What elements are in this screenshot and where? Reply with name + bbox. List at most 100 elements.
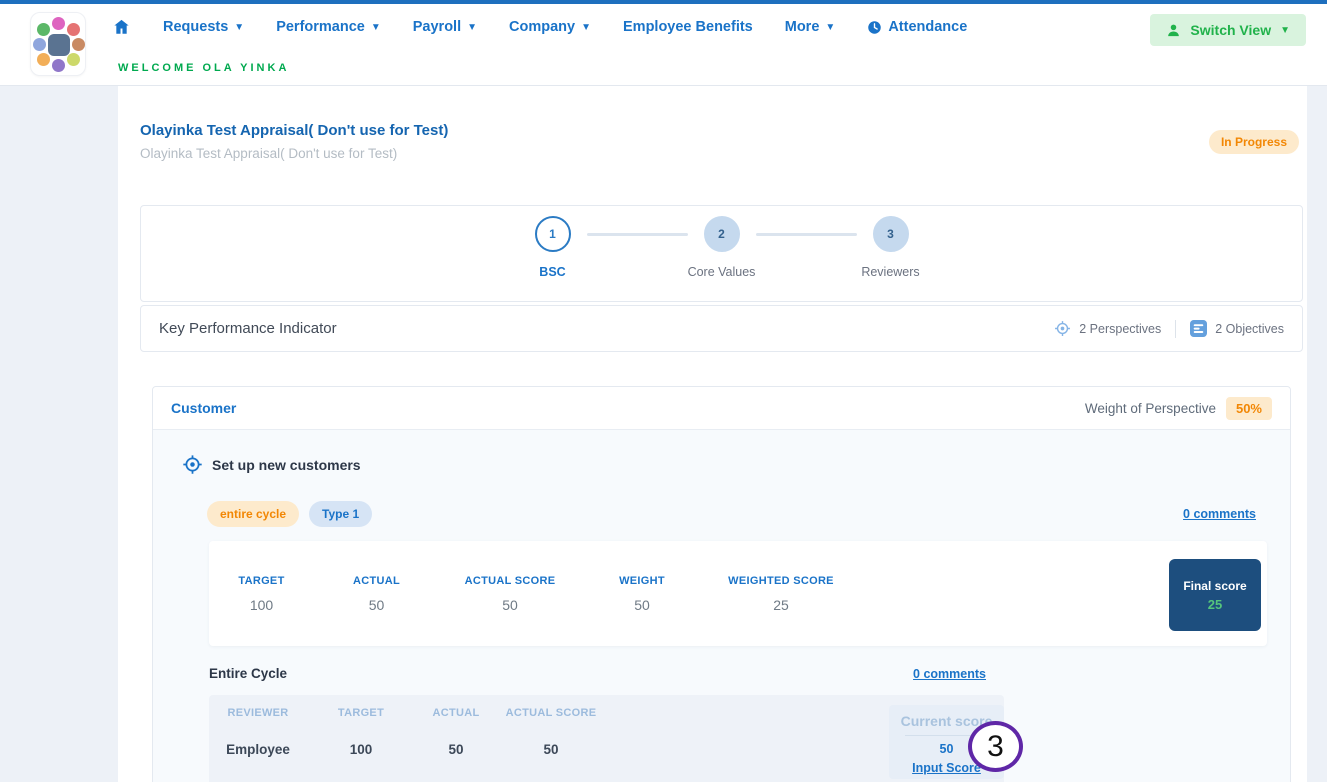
column-header: TARGET <box>209 575 314 587</box>
perspective-name: Customer <box>171 400 236 416</box>
logo-center <box>48 34 70 56</box>
logo-dot <box>33 38 46 51</box>
score-col-actual: ACTUAL 50 <box>314 575 439 613</box>
step-circle-2[interactable]: 2 <box>704 216 740 252</box>
chevron-down-icon: ▼ <box>825 23 835 33</box>
weight-label: Weight of Perspective <box>1085 401 1216 416</box>
logo-dot <box>52 59 65 72</box>
perspectives-count: 2 Perspectives <box>1054 320 1161 337</box>
reviewer-col: REVIEWER Employee <box>209 707 307 757</box>
objectives-count-label: 2 Objectives <box>1215 322 1284 336</box>
tags-row: entire cycle Type 1 0 comments <box>207 501 1256 527</box>
tag-type-1: Type 1 <box>309 501 372 527</box>
chevron-down-icon: ▼ <box>234 23 244 33</box>
input-score-link[interactable]: Input Score <box>912 761 981 775</box>
cycle-title: Entire Cycle <box>209 666 287 681</box>
user-icon <box>1166 23 1181 38</box>
column-header: REVIEWER <box>209 707 307 719</box>
page-header: Olayinka Test Appraisal( Don't use for T… <box>140 86 1303 161</box>
nav-item-company[interactable]: Company ▼ <box>509 19 591 35</box>
tags: entire cycle Type 1 <box>207 501 372 527</box>
score-col-weighted-score: WEIGHTED SCORE 25 <box>703 575 859 613</box>
step-connector <box>587 233 688 236</box>
column-value: 50 <box>439 597 581 613</box>
nav-item-attendance[interactable]: Attendance <box>867 19 967 35</box>
switch-view-label: Switch View <box>1190 22 1271 38</box>
main-nav: Requests ▼ Performance ▼ Payroll ▼ Compa… <box>112 18 967 36</box>
kpi-header-card: Key Performance Indicator 2 Perspectives… <box>140 305 1303 352</box>
comments-link[interactable]: 0 comments <box>1183 507 1256 521</box>
nav-label: Company <box>509 19 575 35</box>
step-connector <box>756 233 857 236</box>
cell-value: 100 <box>307 742 415 757</box>
nav-item-employee-benefits[interactable]: Employee Benefits <box>623 19 753 35</box>
reviewer-col: ACTUAL SCORE 50 <box>497 707 605 757</box>
cell-value: Employee <box>209 742 307 757</box>
column-value: 50 <box>581 597 703 613</box>
home-icon[interactable] <box>112 18 131 36</box>
logo-dot <box>52 17 65 30</box>
step-circle-1[interactable]: 1 <box>535 216 571 252</box>
score-summary-table: TARGET 100 ACTUAL 50 ACTUAL SCORE 50 W <box>209 575 1267 613</box>
step-circle-3[interactable]: 3 <box>873 216 909 252</box>
objectives-count: 2 Objectives <box>1190 320 1284 337</box>
kpi-title: Key Performance Indicator <box>159 320 337 337</box>
switch-view-button[interactable]: Switch View ▼ <box>1150 14 1306 46</box>
kpi-summary: 2 Perspectives 2 Objectives <box>1054 320 1284 338</box>
weight-value-badge: 50% <box>1226 397 1272 420</box>
reviewer-score-panel: REVIEWER Employee TARGET 100 ACTUAL 50 <box>209 695 1004 782</box>
column-value: 25 <box>703 597 859 613</box>
chevron-down-icon: ▼ <box>581 23 591 33</box>
column-value: 100 <box>209 597 314 613</box>
nav-item-payroll[interactable]: Payroll ▼ <box>413 19 477 35</box>
welcome-text: WELCOME OLA YINKA <box>118 62 289 74</box>
target-icon <box>182 454 203 475</box>
cell-value: 50 <box>497 742 605 757</box>
app-logo[interactable] <box>30 12 86 76</box>
step-reviewers: 3 Reviewers <box>873 216 909 252</box>
nav-item-performance[interactable]: Performance ▼ <box>276 19 381 35</box>
objective-title: Set up new customers <box>212 457 361 473</box>
nav-label: Performance <box>276 19 365 35</box>
column-header: ACTUAL SCORE <box>439 575 581 587</box>
bullseye-icon <box>1054 320 1071 337</box>
column-header: WEIGHT <box>581 575 703 587</box>
chevron-down-icon: ▼ <box>1280 26 1290 36</box>
step-label-reviewers: Reviewers <box>861 259 919 279</box>
main-content: Olayinka Test Appraisal( Don't use for T… <box>118 86 1307 782</box>
cycle-comments-link[interactable]: 0 comments <box>913 667 986 681</box>
reviewer-col: TARGET 100 <box>307 707 415 757</box>
cycle-header-row: Entire Cycle 0 comments <box>209 666 1004 681</box>
clock-icon <box>867 20 882 35</box>
nav-label: Payroll <box>413 19 461 35</box>
column-value: 50 <box>314 597 439 613</box>
step-bsc: 1 BSC <box>535 216 571 252</box>
tag-entire-cycle: entire cycle <box>207 501 299 527</box>
final-score-value: 25 <box>1208 597 1222 612</box>
chevron-down-icon: ▼ <box>467 23 477 33</box>
final-score-label: Final score <box>1183 579 1246 593</box>
status-badge: In Progress <box>1209 130 1299 154</box>
annotation-circle-3: 3 <box>968 721 1023 772</box>
page-subtitle: Olayinka Test Appraisal( Don't use for T… <box>140 146 1303 161</box>
cell-value: 50 <box>415 742 497 757</box>
nav-item-requests[interactable]: Requests ▼ <box>163 19 244 35</box>
column-header: ACTUAL <box>415 707 497 719</box>
perspective-weight: Weight of Perspective 50% <box>1085 397 1272 420</box>
stepper-card: 1 BSC 2 Core Values 3 Reviewers <box>140 205 1303 302</box>
score-col-actual-score: ACTUAL SCORE 50 <box>439 575 581 613</box>
column-header: TARGET <box>307 707 415 719</box>
logo-dot <box>37 53 50 66</box>
nav-label: Employee Benefits <box>623 19 753 35</box>
reviewer-col: ACTUAL 50 <box>415 707 497 757</box>
objective-title-row: Set up new customers <box>153 454 1290 475</box>
step-label-bsc: BSC <box>539 259 565 279</box>
perspective-header: Customer Weight of Perspective 50% <box>153 387 1290 430</box>
nav-label: Attendance <box>888 19 967 35</box>
logo-dot <box>37 23 50 36</box>
nav-item-more[interactable]: More ▼ <box>785 19 836 35</box>
final-score-box: Final score 25 <box>1169 559 1261 631</box>
step-label-core-values: Core Values <box>688 259 756 279</box>
perspectives-count-label: 2 Perspectives <box>1079 322 1161 336</box>
nav-label: More <box>785 19 820 35</box>
